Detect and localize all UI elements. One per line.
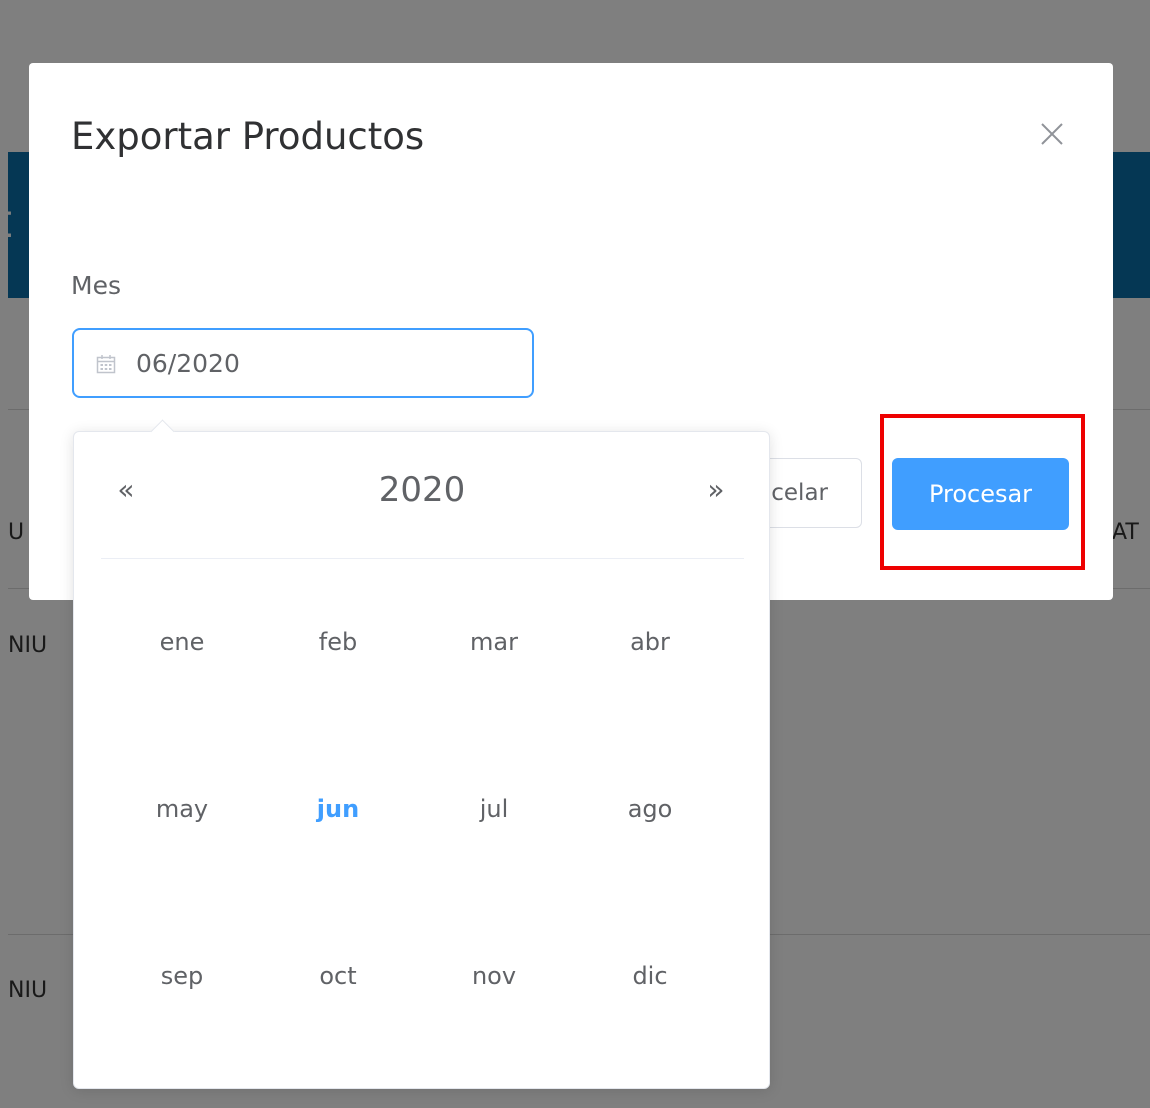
picker-year-label[interactable]: 2020: [324, 470, 520, 510]
dialog-title: Exportar Productos: [71, 115, 425, 158]
month-field-label: Mes: [71, 271, 121, 300]
month-cell-nov[interactable]: nov: [416, 892, 572, 1059]
close-icon[interactable]: [1035, 117, 1069, 151]
month-cell-abr[interactable]: abr: [572, 558, 728, 725]
month-picker-popup: « 2020 » ene feb mar abr may jun jul ago sep oct n…: [73, 419, 770, 1089]
double-chevron-left-icon[interactable]: «: [106, 470, 146, 510]
month-cell-feb[interactable]: feb: [260, 558, 416, 725]
month-cell-may[interactable]: may: [104, 725, 260, 892]
month-cell-ene[interactable]: ene: [104, 558, 260, 725]
calendar-icon: [96, 354, 116, 374]
month-cell-dic[interactable]: dic: [572, 892, 728, 1059]
month-cell-oct[interactable]: oct: [260, 892, 416, 1059]
month-cell-ago[interactable]: ago: [572, 725, 728, 892]
month-cell-jul[interactable]: jul: [416, 725, 572, 892]
month-grid: ene feb mar abr may jun jul ago sep oct nov dic: [104, 558, 728, 1059]
double-chevron-right-icon[interactable]: »: [696, 470, 736, 510]
month-cell-mar[interactable]: mar: [416, 558, 572, 725]
month-date-input[interactable]: [72, 328, 534, 398]
month-input[interactable]: [136, 342, 516, 384]
month-cell-jun[interactable]: jun: [260, 725, 416, 892]
month-cell-sep[interactable]: sep: [104, 892, 260, 1059]
process-button[interactable]: Procesar: [892, 458, 1069, 530]
